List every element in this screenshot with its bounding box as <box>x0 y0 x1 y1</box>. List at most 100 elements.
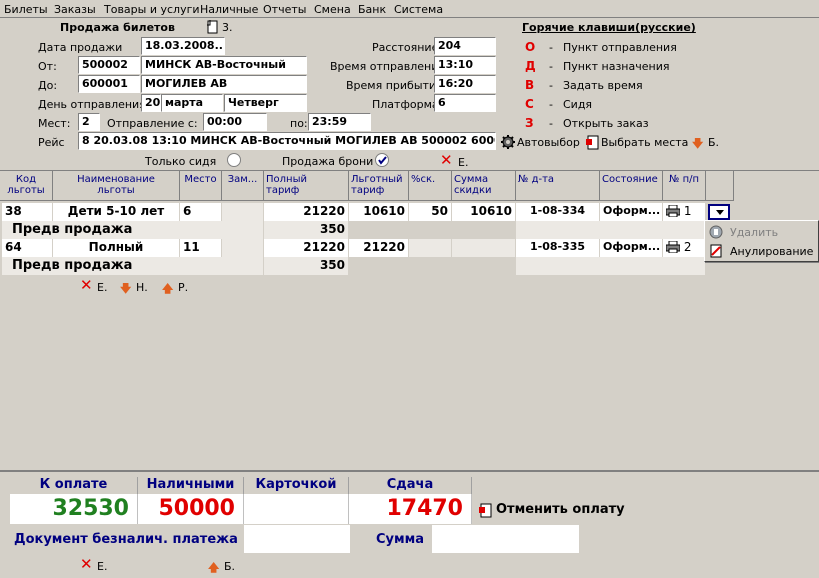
card-input[interactable] <box>244 494 349 524</box>
dep-from-label: Отправление с: <box>107 117 198 130</box>
e-shortcut: Е. <box>458 156 469 169</box>
cell-name: Полный <box>53 239 180 257</box>
distance-field: 204 <box>434 37 496 55</box>
menu-shift[interactable]: Смена <box>314 3 351 16</box>
sale-date-label: Дата продажи <box>38 41 123 54</box>
hotkey-dash: - <box>549 41 553 54</box>
header-state[interactable]: Состояние <box>600 171 663 201</box>
choose-seats-button[interactable]: Выбрать места <box>601 136 688 149</box>
trash-icon <box>709 225 723 239</box>
to-pay-label: К оплате <box>10 477 138 494</box>
header-discount-tariff[interactable]: Льготный тариф <box>349 171 409 201</box>
close-icon[interactable]: ✕ <box>440 153 453 168</box>
sale-date-field[interactable]: 18.03.2008... <box>141 37 225 55</box>
hotkey-s: С <box>525 97 534 111</box>
to-code-field[interactable]: 600001 <box>78 75 140 93</box>
arrow-up-icon[interactable]: 🡅 <box>208 559 219 578</box>
dep-time-field: 13:10 <box>434 56 496 74</box>
dep-day-label: День отправления <box>38 98 146 111</box>
to-pay-value: 32530 <box>10 494 138 524</box>
card-label: Карточкой <box>244 477 349 494</box>
cell-pct: 50 <box>409 203 452 221</box>
menu-bank[interactable]: Банк <box>358 3 386 16</box>
cash-input[interactable]: 50000 <box>138 494 244 524</box>
hotkey-dash: - <box>549 117 553 130</box>
printer-icon <box>665 240 681 254</box>
autoselect-button[interactable]: Автовыбор <box>517 136 580 149</box>
b-shortcut: Б. <box>224 560 236 573</box>
booking-sale-label: Продажа брони <box>282 155 374 168</box>
dep-weekday-field[interactable]: Четверг <box>224 94 307 112</box>
cell-doc: 1-08-335 <box>516 239 600 257</box>
menu-item-delete: Удалить <box>730 226 779 239</box>
presale-label: Предв продажа <box>2 221 264 239</box>
booking-sale-check[interactable] <box>375 153 389 167</box>
distance-label: Расстояние <box>372 41 439 54</box>
menu-tickets[interactable]: Билеты <box>4 3 48 16</box>
menu-goods[interactable]: Товары и услуги <box>104 3 200 16</box>
seat-doc-icon[interactable] <box>586 134 600 150</box>
dep-to-field[interactable]: 23:59 <box>308 113 371 131</box>
arrow-down-icon[interactable]: 🡇 <box>120 280 131 299</box>
gear-icon[interactable] <box>500 134 516 150</box>
presale-empty <box>516 257 706 275</box>
row-dropdown-button[interactable] <box>708 204 730 220</box>
delete-icon[interactable]: ✕ <box>80 557 93 572</box>
cashless-doc-input[interactable] <box>244 525 350 553</box>
header-num[interactable]: № п/п <box>663 171 706 201</box>
cancel-payment-icon[interactable] <box>479 502 493 518</box>
dep-month-field[interactable]: марта <box>161 94 223 112</box>
e-shortcut: Е. <box>97 281 108 294</box>
header-action <box>706 171 734 201</box>
cancel-payment-button[interactable]: Отменить оплату <box>496 502 625 517</box>
context-menu: Удалить Анулирование <box>704 220 819 262</box>
change-label: Сдача <box>349 477 472 494</box>
cell-replacement <box>222 203 264 221</box>
form-title: Продажа билетов <box>60 21 175 34</box>
menu-orders[interactable]: Заказы <box>54 3 96 16</box>
hotkey-d-text: Пункт назначения <box>563 60 670 73</box>
trip-field[interactable]: 8 20.03.08 13:10 МИНСК АВ-Восточный МОГИ… <box>78 132 496 150</box>
arrow-down-icon: 🡇 <box>692 137 704 150</box>
tickets-table: Код льготы Наименование льготы Место Зам..… <box>0 170 819 470</box>
to-name-field[interactable]: МОГИЛЕВ АВ <box>141 75 307 93</box>
cell-num[interactable]: 1 <box>663 203 706 221</box>
header-replacement[interactable]: Зам... <box>222 171 264 201</box>
dep-to-label: по: <box>290 117 308 130</box>
header-doc[interactable]: № д-та <box>516 171 600 201</box>
header-discount-sum[interactable]: Сумма скидки <box>452 171 516 201</box>
from-code-field[interactable]: 500002 <box>78 56 140 74</box>
arrow-up-icon[interactable]: 🡅 <box>162 280 173 299</box>
header-pct[interactable]: %ск. <box>409 171 452 201</box>
hotkey-dash: - <box>549 79 553 92</box>
menu-item-annul[interactable]: Анулирование <box>730 245 813 258</box>
cell-state: Оформ... <box>600 203 663 221</box>
header-name[interactable]: Наименование льготы <box>53 171 180 201</box>
seats-label: Мест: <box>38 117 71 130</box>
presale-label: Предв продажа <box>2 257 264 275</box>
cell-replacement <box>222 239 264 257</box>
menu-reports[interactable]: Отчеты <box>263 3 306 16</box>
cell-num[interactable]: 2 <box>663 239 706 257</box>
presale-empty <box>516 221 706 239</box>
menu-system[interactable]: Система <box>394 3 443 16</box>
header-full-tariff[interactable]: Полный тариф <box>264 171 349 201</box>
cell-seat: 6 <box>180 203 222 221</box>
e-shortcut: Е. <box>97 560 108 573</box>
hotkey-v: В <box>525 78 535 92</box>
seats-field[interactable]: 2 <box>78 113 100 131</box>
from-name-field[interactable]: МИНСК АВ-Восточный <box>141 56 307 74</box>
arr-time-label: Время прибытия <box>346 79 443 92</box>
header-seat[interactable]: Место <box>180 171 222 201</box>
cashless-doc-label: Документ безналич. платежа <box>14 532 238 547</box>
sum-input[interactable] <box>432 525 579 553</box>
hotkey-z-text: Открыть заказ <box>563 117 649 130</box>
header-code[interactable]: Код льготы <box>0 171 53 201</box>
menu-cash[interactable]: Наличные <box>200 3 258 16</box>
dep-from-field[interactable]: 00:00 <box>203 113 267 131</box>
cell-code: 38 <box>2 203 53 221</box>
dep-day-field[interactable]: 20 <box>141 94 161 112</box>
delete-icon[interactable]: ✕ <box>80 278 93 293</box>
only-sitting-radio[interactable] <box>227 153 241 167</box>
document-icon[interactable] <box>207 20 219 34</box>
